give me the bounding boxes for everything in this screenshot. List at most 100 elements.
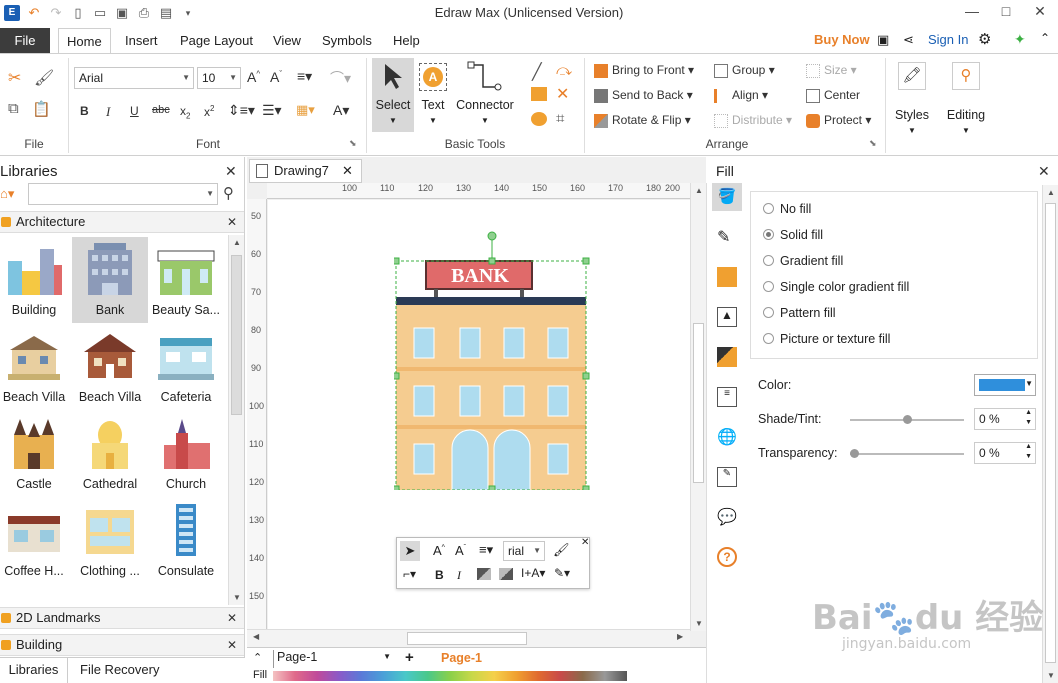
center-button[interactable]: Center (806, 88, 860, 103)
shrink-font-icon[interactable]: Aˇ (270, 69, 282, 85)
layer-panel-icon[interactable] (717, 347, 737, 367)
mini-shrink-font-icon[interactable]: Aˇ (455, 543, 466, 558)
page-tab-page-1[interactable]: Page-1 (441, 651, 482, 665)
transparency-knob[interactable] (850, 449, 859, 458)
cut-icon[interactable]: ✂ (8, 68, 21, 88)
underline-icon[interactable]: U (130, 104, 139, 118)
comment-icon[interactable]: 💬 (717, 507, 737, 527)
align-button[interactable]: Align ▾ (714, 88, 768, 103)
fill-option-pattern-fill[interactable]: Pattern fill (763, 306, 836, 320)
page-selector[interactable]: Page-1 ▼ (273, 650, 391, 668)
rotate-flip-button[interactable]: Rotate & Flip ▾ (594, 113, 691, 128)
styles-button[interactable]: 🖍 Styles ▼ (890, 60, 934, 140)
fill-panel-icon[interactable]: 🪣 (712, 183, 742, 211)
shape-beach-villa-1[interactable]: Beach Villa (0, 324, 72, 410)
page-setup-icon[interactable]: ≡ (717, 387, 737, 407)
category-2d-landmarks[interactable]: 2D Landmarks (0, 607, 244, 629)
superscript-icon[interactable]: x2 (204, 104, 214, 119)
canvas-horizontal-scrollbar[interactable]: ◀ ▶ (247, 629, 690, 647)
shade-tint-slider[interactable] (850, 415, 964, 424)
mini-send-back-icon[interactable] (499, 568, 513, 580)
minimize-button[interactable]: — (955, 0, 989, 24)
text-highlight-icon[interactable]: ▦▾ (296, 102, 315, 118)
bullets-icon[interactable]: ☰▾ (262, 102, 282, 119)
paste-icon[interactable]: 📋 (32, 100, 51, 118)
attachment-icon[interactable]: ✎ (717, 467, 737, 487)
close-button[interactable]: ✕ (1023, 0, 1057, 24)
tab-home[interactable]: Home (58, 28, 111, 53)
shape-clothing-store[interactable]: Clothing ... (72, 498, 148, 584)
close-category-icon[interactable]: ✕ (227, 215, 237, 229)
category-architecture[interactable]: Architecture (0, 211, 244, 233)
line-tool-icon[interactable]: ╱ (532, 62, 542, 82)
close-libraries-icon[interactable]: ✕ (225, 163, 237, 180)
copy-icon[interactable]: ⧉ (8, 100, 19, 117)
crop-tool-icon[interactable]: ⌗ (556, 110, 564, 127)
image-panel-icon[interactable]: ▲ (717, 307, 737, 327)
tab-symbols[interactable]: Symbols (322, 28, 372, 53)
ellipse-tool-icon[interactable] (531, 112, 547, 126)
mini-bring-front-icon[interactable] (477, 568, 491, 580)
fill-option-gradient-fill[interactable]: Gradient fill (763, 254, 843, 268)
mini-align-icon[interactable]: ≡▾ (479, 542, 493, 558)
add-page-icon[interactable]: + (405, 649, 414, 666)
text-tool-button[interactable]: A Text ▼ (416, 58, 450, 132)
shape-cafeteria[interactable]: Cafeteria (148, 324, 224, 410)
tab-help[interactable]: Help (393, 28, 420, 53)
fill-option-no-fill[interactable]: No fill (763, 202, 811, 216)
collapse-ribbon-icon[interactable]: ⌃ (1040, 31, 1050, 45)
category-building[interactable]: Building (0, 634, 244, 656)
shade-tint-knob[interactable] (903, 415, 912, 424)
shape-bank[interactable]: Bank (72, 237, 148, 323)
select-tool-button[interactable]: Select ▼ (372, 58, 414, 132)
arrange-dialog-launcher-icon[interactable]: ⬊ (869, 138, 877, 149)
tab-file-recovery[interactable]: File Recovery (80, 658, 159, 683)
font-name-combo[interactable]: Arial ▼ (74, 67, 194, 89)
italic-icon[interactable]: I (106, 104, 110, 120)
line-panel-icon[interactable]: ✎ (717, 227, 737, 247)
close-category-icon[interactable]: ✕ (227, 638, 237, 652)
mini-style-icon[interactable]: ✎▾ (554, 566, 570, 580)
color-swatches[interactable] (273, 671, 627, 681)
cross-tool-icon[interactable]: ✕ (556, 84, 569, 104)
shape-cathedral[interactable]: Cathedral (72, 411, 148, 497)
mini-spacing-icon[interactable]: I+A▾ (521, 566, 545, 580)
mini-brush-icon[interactable]: 🖌 (553, 542, 570, 558)
strikethrough-icon[interactable]: abc (152, 104, 170, 116)
format-painter-icon[interactable]: 🖌 (34, 68, 54, 88)
line-spacing-icon[interactable]: ⇕≡▾ (228, 102, 255, 119)
send-to-back-button[interactable]: Send to Back ▾ (594, 88, 693, 103)
group-button[interactable]: Group ▾ (714, 63, 775, 78)
protect-button[interactable]: Protect ▾ (806, 113, 871, 128)
shade-tint-spinner[interactable]: 0 % ▲ ▼ (974, 408, 1036, 430)
bold-icon[interactable]: B (80, 104, 89, 118)
font-dialog-launcher-icon[interactable]: ⬊ (349, 138, 357, 149)
library-search-input[interactable]: ▼ (28, 183, 218, 205)
fill-option-solid-fill[interactable]: Solid fill (763, 228, 823, 242)
hyperlink-icon[interactable]: 🌐 (717, 427, 737, 447)
fill-panel-scrollbar[interactable]: ▲ ▼ (1042, 185, 1058, 683)
apps-icon[interactable]: ✦ (1014, 31, 1026, 48)
fill-option-single-color-gradient[interactable]: Single color gradient fill (763, 280, 909, 294)
text-align-icon[interactable]: ≡▾ (297, 68, 312, 85)
transparency-slider[interactable] (850, 449, 964, 458)
mini-font-combo[interactable]: rial ▼ (503, 541, 545, 561)
mini-italic-icon[interactable]: I (457, 568, 461, 583)
transparency-spinner[interactable]: 0 % ▲ ▼ (974, 442, 1036, 464)
close-document-icon[interactable]: ✕ (342, 160, 353, 182)
tab-view[interactable]: View (273, 28, 301, 53)
maximize-button[interactable]: □ (989, 0, 1023, 24)
shape-building[interactable]: Building (0, 237, 72, 323)
sign-in-link[interactable]: Sign In (928, 32, 968, 47)
mini-bold-icon[interactable]: B (435, 568, 444, 582)
mini-grow-font-icon[interactable]: A^ (433, 543, 445, 558)
font-color-icon[interactable]: A▾ (333, 102, 349, 119)
editing-button[interactable]: ⚲ Editing ▼ (942, 60, 990, 140)
page-nav-up-icon[interactable]: ⌃ (253, 651, 262, 664)
shape-consulate[interactable]: Consulate (148, 498, 224, 584)
shape-coffee-house[interactable]: Coffee H... (0, 498, 72, 584)
library-home-icon[interactable]: ⌂▾ (0, 183, 26, 205)
settings-icon[interactable]: ⚙ (978, 30, 991, 48)
shadow-panel-icon[interactable] (717, 267, 737, 287)
tab-insert[interactable]: Insert (125, 28, 158, 53)
